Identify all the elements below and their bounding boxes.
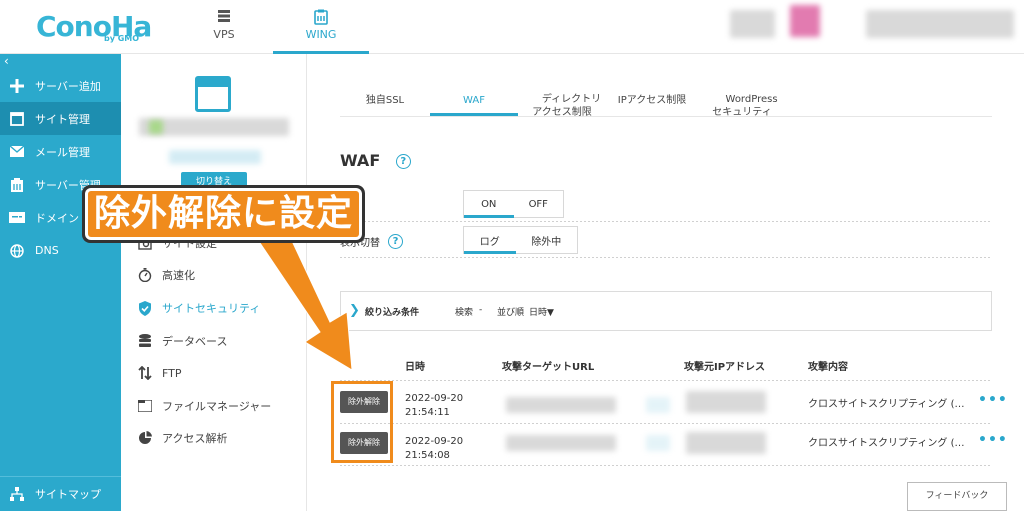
annotation-label: 除外解除に設定 [88, 191, 360, 237]
annotation-highlight-box [331, 381, 393, 463]
annotation-arrow [257, 225, 353, 371]
conoha-wing-screen: ConoHa by GMO VPS WING ‹ サーバー追加 サイト管理 メー… [0, 0, 1024, 511]
